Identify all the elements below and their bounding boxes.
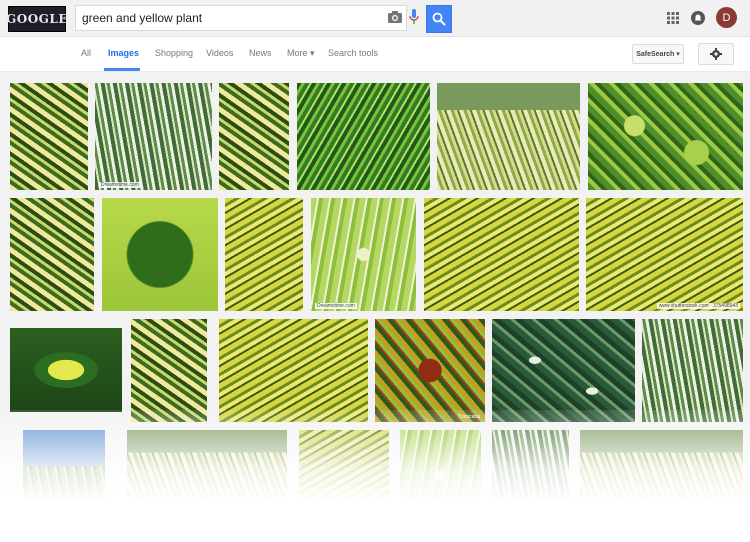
microphone-icon[interactable]: [406, 7, 422, 27]
image-result[interactable]: Tropicana: [375, 319, 485, 422]
image-result[interactable]: [492, 319, 635, 422]
image-result[interactable]: [102, 198, 218, 311]
tab-more[interactable]: More ▾: [287, 48, 315, 59]
watermark: Dreamstime.com: [99, 182, 141, 188]
tab-all[interactable]: All: [81, 48, 91, 58]
gear-icon: [710, 48, 722, 60]
google-logo[interactable]: GOOGLE: [6, 6, 68, 32]
camera-icon[interactable]: [386, 8, 404, 26]
image-result[interactable]: [10, 198, 94, 311]
image-result[interactable]: Dreamstime.com: [95, 83, 212, 190]
image-result[interactable]: [10, 83, 88, 190]
image-result[interactable]: [131, 319, 207, 422]
image-result[interactable]: [424, 198, 579, 311]
image-result[interactable]: [127, 430, 287, 520]
image-result[interactable]: [10, 328, 122, 412]
tab-videos[interactable]: Videos: [206, 48, 233, 58]
search-button[interactable]: [426, 5, 452, 33]
watermark: Dreamstime.com: [315, 303, 357, 309]
tab-images[interactable]: Images: [108, 48, 139, 58]
tab-shopping[interactable]: Shopping: [155, 48, 193, 58]
image-result[interactable]: www.shutterstock.com · 375498943: [586, 198, 743, 311]
top-bar: GOOGLE D: [0, 0, 750, 37]
image-result[interactable]: [580, 430, 743, 520]
watermark: Tropicana: [457, 414, 480, 420]
watermark: www.shutterstock.com · 375498943: [656, 303, 740, 309]
image-result[interactable]: [437, 83, 580, 190]
image-result[interactable]: [492, 430, 569, 520]
avatar[interactable]: D: [716, 7, 737, 28]
search-tabs: All Images Shopping Videos News More ▾ S…: [0, 37, 750, 72]
safesearch-button[interactable]: SafeSearch ▾: [632, 44, 684, 64]
image-result[interactable]: [588, 83, 743, 190]
image-result[interactable]: [400, 430, 481, 520]
search-icon: [432, 12, 446, 26]
image-result[interactable]: [219, 319, 368, 422]
tab-search-tools[interactable]: Search tools: [328, 48, 378, 58]
notifications-icon[interactable]: [691, 10, 705, 26]
tab-news[interactable]: News: [249, 48, 272, 58]
image-result[interactable]: [23, 430, 105, 520]
search-input[interactable]: [82, 6, 382, 30]
search-box: [75, 5, 407, 31]
settings-button[interactable]: [698, 43, 734, 65]
image-result[interactable]: [225, 198, 303, 311]
image-results: Dreamstime.com Dreamstime.com www.shutte…: [0, 72, 750, 542]
image-result[interactable]: [642, 319, 743, 422]
image-result[interactable]: [297, 83, 430, 190]
image-result[interactable]: Dreamstime.com: [311, 198, 416, 311]
active-tab-indicator: [104, 68, 140, 71]
apps-grid-icon[interactable]: [666, 11, 680, 25]
image-result[interactable]: [299, 430, 389, 520]
image-result[interactable]: [219, 83, 289, 190]
